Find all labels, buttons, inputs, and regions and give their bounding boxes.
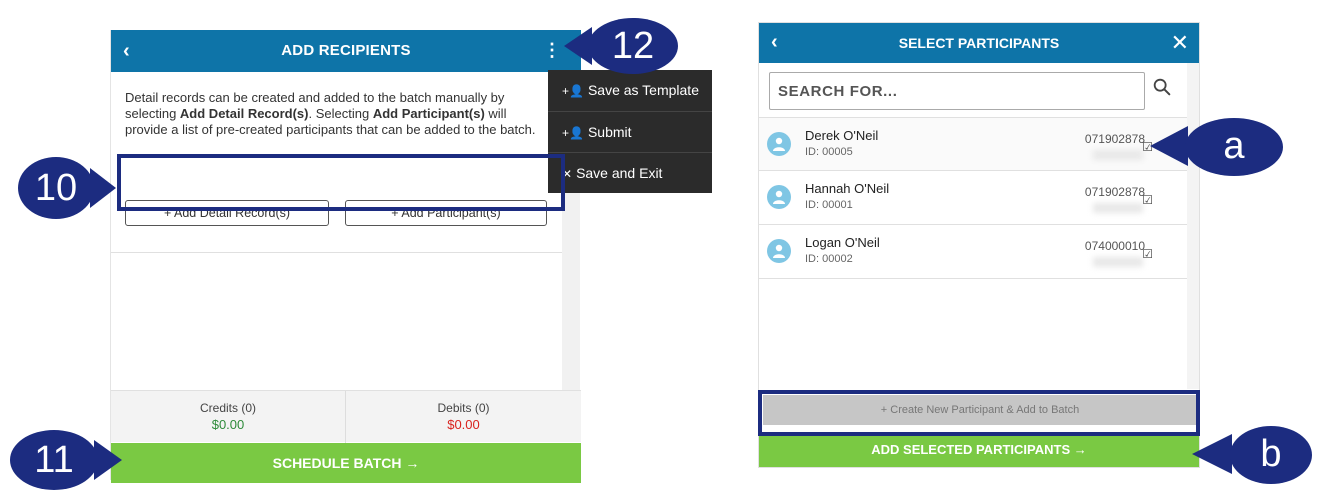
avatar-icon: [767, 239, 791, 263]
highlight-box-create-participant: [758, 390, 1200, 436]
schedule-batch-button[interactable]: SCHEDULE BATCH →: [111, 443, 581, 483]
callout-a: a: [1185, 118, 1283, 176]
instructions-bold: Add Participant(s): [372, 106, 485, 121]
panel-header: ‹ ADD RECIPIENTS ⋮: [111, 30, 581, 72]
redacted-account: [1093, 203, 1143, 213]
highlight-box-add-buttons: [117, 154, 565, 211]
participant-name: Derek O'Neil: [805, 128, 879, 143]
add-user-icon: +👤: [562, 84, 584, 98]
participant-id: ID: 00001: [805, 199, 853, 211]
instructions-bold: Add Detail Record(s): [179, 106, 309, 121]
menu-item-submit[interactable]: +👤 Submit: [548, 111, 712, 152]
totals-footer: Credits (0) $0.00 Debits (0) $0.00: [111, 390, 581, 443]
routing-number: 074000010: [1084, 239, 1145, 253]
callout-pointer: [94, 440, 122, 480]
menu-item-label: Save as Template: [587, 82, 699, 98]
callout-b: b: [1230, 426, 1312, 484]
redacted-account: [1093, 257, 1143, 267]
menu-item-save-and-exit[interactable]: ✕ Save and Exit: [548, 152, 712, 193]
checkbox-checked-icon[interactable]: ☑: [1142, 193, 1153, 207]
instructions-part: . Selecting: [308, 106, 373, 121]
debits-summary: Debits (0) $0.00: [346, 391, 581, 443]
participant-list: Derek O'Neil ID: 00005 071902878 ☑ Hanna…: [759, 117, 1187, 279]
panel-body: Detail records can be created and added …: [111, 72, 563, 420]
checkbox-checked-icon[interactable]: ☑: [1142, 247, 1153, 261]
menu-item-label: Submit: [587, 124, 632, 140]
add-selected-participants-button[interactable]: ADD SELECTED PARTICIPANTS →: [759, 433, 1199, 467]
callout-11: 11: [10, 430, 98, 490]
redacted-account: [1093, 150, 1143, 160]
menu-item-label: Save and Exit: [576, 165, 663, 181]
more-options-icon[interactable]: ⋮: [543, 30, 561, 72]
search-input[interactable]: [769, 72, 1145, 110]
avatar-icon: [767, 185, 791, 209]
credits-summary: Credits (0) $0.00: [111, 391, 346, 443]
participant-name: Logan O'Neil: [805, 235, 880, 250]
instructions-text: Detail records can be created and added …: [125, 90, 545, 148]
credits-value: $0.00: [211, 417, 245, 432]
divider: [111, 252, 563, 253]
debits-label: Debits (0): [437, 401, 490, 415]
panel-title: ADD RECIPIENTS: [281, 42, 411, 59]
participant-row[interactable]: Derek O'Neil ID: 00005 071902878 ☑: [759, 117, 1187, 171]
add-recipients-panel: ‹ ADD RECIPIENTS ⋮ Detail records can be…: [110, 30, 581, 483]
search-icon[interactable]: [1151, 76, 1173, 98]
credits-label: Credits (0): [199, 401, 256, 415]
add-user-icon: +👤: [562, 126, 584, 140]
routing-number: 071902878: [1084, 132, 1145, 146]
panel-title: SELECT PARTICIPANTS: [898, 35, 1060, 51]
avatar-icon: [767, 132, 791, 156]
callout-10: 10: [18, 157, 94, 219]
debits-value: $0.00: [447, 417, 480, 432]
scrollbar[interactable]: [1187, 63, 1199, 389]
close-icon[interactable]: ✕: [1171, 23, 1189, 63]
participant-id: ID: 00002: [805, 253, 853, 265]
callout-12: 12: [588, 18, 678, 74]
callout-pointer: [1150, 126, 1188, 166]
participant-id: ID: 00005: [805, 146, 853, 158]
participant-name: Hannah O'Neil: [805, 181, 890, 196]
callout-pointer: [1192, 434, 1232, 474]
participant-row[interactable]: Hannah O'Neil ID: 00001 071902878 ☑: [759, 171, 1187, 225]
participant-row[interactable]: Logan O'Neil ID: 00002 074000010 ☑: [759, 225, 1187, 279]
panel-header: ‹ SELECT PARTICIPANTS ✕: [759, 23, 1199, 63]
options-menu: +👤 Save as Template +👤 Submit ✕ Save and Ex…: [548, 70, 712, 193]
menu-item-save-as-template[interactable]: +👤 Save as Template: [548, 70, 712, 111]
routing-number: 071902878: [1084, 185, 1145, 199]
